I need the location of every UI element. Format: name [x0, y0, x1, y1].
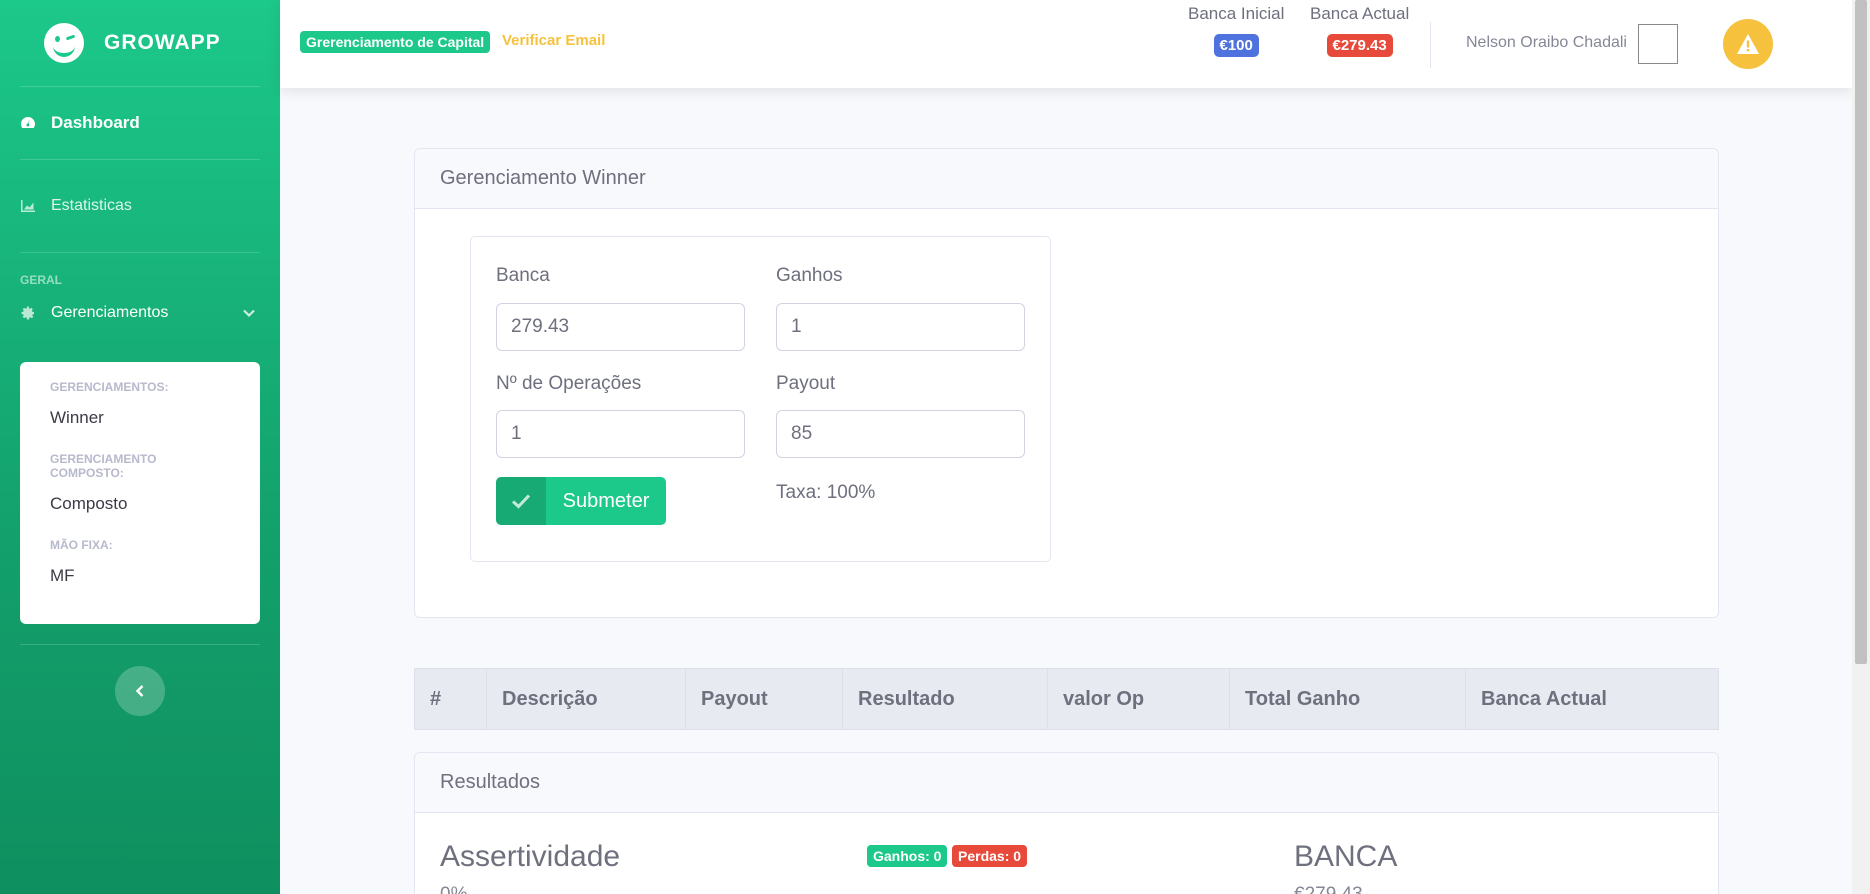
topbar: Grerenciamento de Capital Verificar Emai… — [280, 0, 1852, 88]
table-header-cell: Total Ganho — [1230, 669, 1466, 729]
sidebar-item-label: Dashboard — [51, 113, 140, 132]
banca-title: BANCA — [1294, 840, 1398, 873]
capital-management-badge[interactable]: Grerenciamento de Capital — [300, 31, 491, 53]
winner-card: Gerenciamento Winner Banca 279.43 Ganhos… — [414, 148, 1719, 618]
sidebar-toggle-button[interactable] — [115, 666, 165, 716]
submit-label: Submeter — [562, 489, 650, 512]
payout-label: Payout — [776, 373, 836, 394]
submit-button[interactable]: Submeter — [496, 477, 666, 525]
banca-inicial-label: Banca Inicial — [1188, 4, 1285, 23]
sidebar-item-label: Gerenciamentos — [51, 304, 169, 321]
chevron-down-icon — [243, 309, 255, 318]
operacoes-label: Nº de Operações — [496, 373, 642, 394]
submenu-item-winner[interactable]: Winner — [20, 408, 260, 428]
assertividade-value: 0% — [440, 884, 467, 894]
banca-label: Banca — [496, 265, 550, 286]
submenu-item-composto[interactable]: Composto — [20, 494, 260, 514]
submenu-item-mf[interactable]: MF — [20, 566, 260, 586]
brand-logo-icon — [44, 23, 84, 63]
ganhos-badge: Ganhos: 0 — [867, 845, 948, 867]
winner-card-title: Gerenciamento Winner — [415, 149, 1718, 209]
table-header-cell: Resultado — [843, 669, 1048, 729]
sidebar-item-estatisticas[interactable]: Estatisticas — [0, 160, 280, 252]
verify-email-link[interactable]: Verificar Email — [502, 32, 605, 49]
sidebar-item-dashboard[interactable]: Dashboard — [0, 87, 280, 159]
table-header-cell: Payout — [686, 669, 843, 729]
results-card-title: Resultados — [415, 753, 1718, 813]
banca-input[interactable]: 279.43 — [496, 303, 745, 351]
winner-form: Banca 279.43 Ganhos 1 Nº de Operações 1 … — [470, 236, 1051, 562]
table-header-cell: Banca Actual — [1481, 687, 1607, 710]
table-header-cell: # — [415, 669, 487, 729]
avatar[interactable] — [1638, 24, 1678, 64]
ganhos-label: Ganhos — [776, 265, 843, 286]
brand-name: GROWAPP — [104, 31, 221, 54]
banca-actual-value: €279.43 — [1326, 34, 1393, 57]
banca-actual-label: Banca Actual — [1310, 4, 1410, 23]
banca-result-value: €279.43 — [1294, 884, 1363, 894]
chart-area-icon — [21, 200, 35, 212]
gerenciamentos-submenu: GERENCIAMENTOS: Winner GERENCIAMENTO COM… — [20, 362, 260, 624]
banca-inicial-block: Banca Inicial €100 — [1188, 4, 1284, 57]
sidebar-item-label: Estatisticas — [51, 197, 132, 214]
gear-icon — [21, 306, 34, 320]
sidebar-divider — [20, 644, 260, 645]
operations-table-header: # Descrição Payout Resultado valor Op To… — [414, 668, 1719, 730]
ganhos-input[interactable]: 1 — [776, 303, 1025, 351]
table-header-cell: Descrição — [487, 669, 686, 729]
payout-input[interactable]: 85 — [776, 410, 1025, 458]
operacoes-input[interactable]: 1 — [496, 410, 745, 458]
sidebar-item-gerenciamentos[interactable]: Gerenciamentos — [0, 287, 280, 339]
topbar-divider — [1430, 22, 1431, 68]
taxa-text: Taxa: 100% — [776, 482, 876, 503]
scrollbar-thumb[interactable] — [1855, 0, 1867, 664]
brand[interactable]: GROWAPP — [0, 0, 280, 86]
sidebar-heading: GERAL — [20, 273, 62, 287]
user-name[interactable]: Nelson Oraibo Chadali — [1466, 34, 1627, 52]
tachometer-icon — [21, 117, 35, 128]
sidebar: GROWAPP Dashboard Estatisticas GERAL Ger… — [0, 0, 280, 894]
banca-actual-block: Banca Actual €279.43 — [1310, 4, 1409, 57]
assertividade-title: Assertividade — [440, 840, 621, 873]
alerts-button[interactable] — [1723, 19, 1773, 69]
chevron-left-icon — [135, 685, 144, 697]
submenu-heading: GERENCIAMENTO COMPOSTO: — [50, 452, 157, 480]
warning-icon — [1737, 34, 1759, 54]
submenu-heading: GERENCIAMENTOS: — [50, 380, 169, 394]
perdas-badge: Perdas: 0 — [952, 845, 1028, 867]
table-header-cell: valor Op — [1048, 669, 1230, 729]
banca-inicial-value: €100 — [1213, 34, 1259, 57]
check-icon — [496, 477, 546, 525]
page-scrollbar[interactable] — [1852, 0, 1870, 894]
submenu-heading: MÃO FIXA: — [50, 538, 113, 552]
